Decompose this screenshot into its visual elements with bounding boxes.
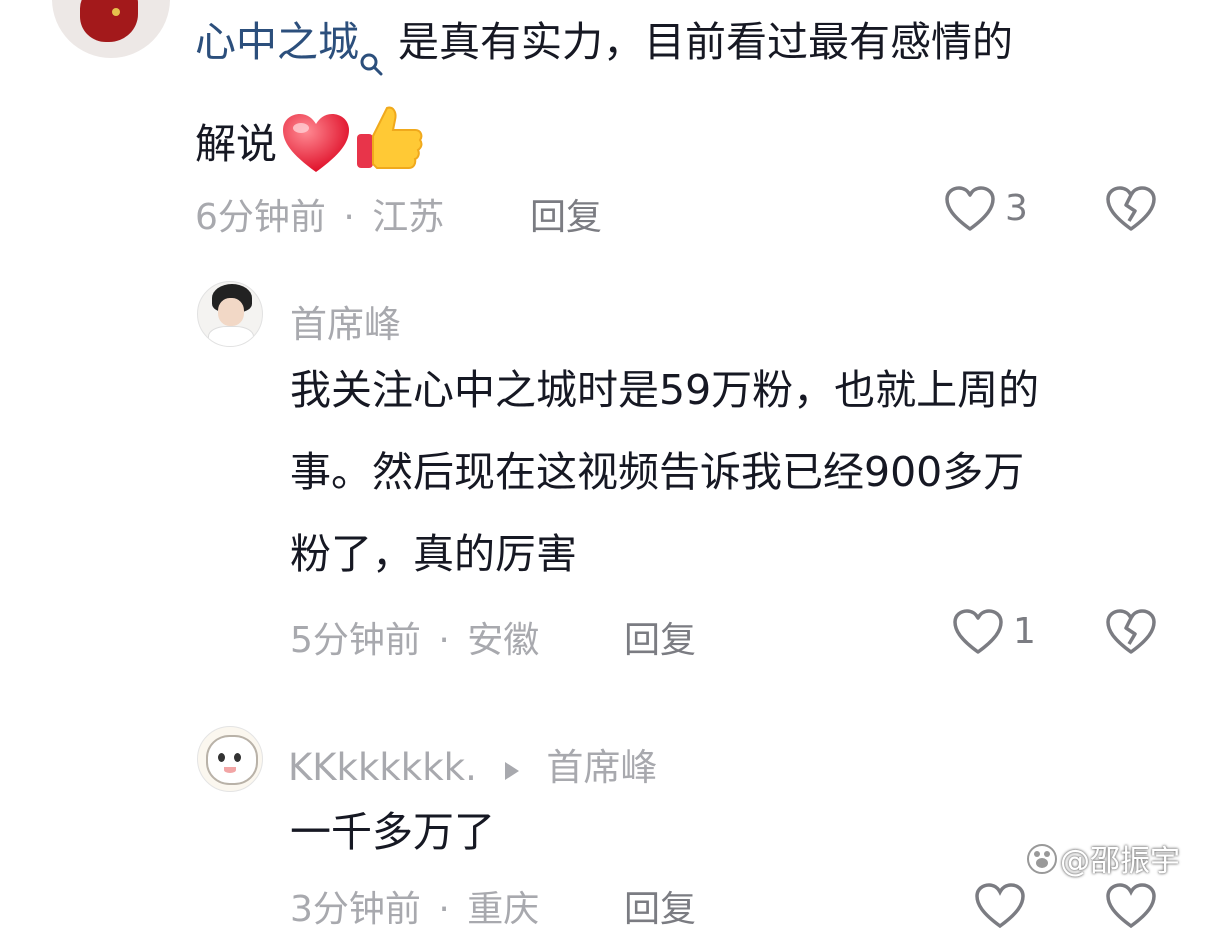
paw-icon — [1026, 843, 1058, 883]
comment-text: 我关注心中之城时是59万粉，也就上周的 事。然后现在这视频告诉我已经900多万 … — [290, 350, 1190, 596]
comment-time: 5分钟前 — [290, 620, 421, 661]
like-icon[interactable] — [974, 882, 1026, 930]
comment-author-name[interactable]: KKkkkkkk. — [288, 746, 477, 789]
dislike-icon[interactable] — [1105, 608, 1157, 656]
reply-button[interactable]: 回复 — [624, 880, 696, 932]
dislike-icon[interactable] — [1105, 185, 1157, 233]
comment-meta: 6分钟前 · 江苏 — [195, 188, 444, 240]
comment-text: 一千多万了 — [290, 808, 495, 856]
comment-text-line: 我关注心中之城时是59万粉，也就上周的 — [290, 366, 1040, 414]
mention-link[interactable]: 心中之城 — [195, 18, 398, 76]
avatar[interactable] — [197, 726, 263, 792]
watermark: @邵振宇 — [1026, 836, 1180, 883]
avatar[interactable] — [197, 281, 263, 347]
reply-button[interactable]: 回复 — [624, 611, 696, 663]
comment-meta: 5分钟前 · 安徽 — [290, 611, 539, 663]
comment-text-line: 粉了，真的厉害 — [290, 530, 577, 578]
dislike-icon[interactable] — [1105, 882, 1157, 930]
like-count: 3 — [1005, 188, 1028, 229]
like-count: 1 — [1013, 611, 1036, 652]
comment-text-line: 事。然后现在这视频告诉我已经900多万 — [290, 448, 1025, 496]
comment-time: 3分钟前 — [290, 889, 421, 930]
reply-to-name[interactable]: 首席峰 — [546, 746, 657, 789]
meta-separator: · — [438, 620, 450, 661]
like-icon[interactable] — [944, 185, 996, 233]
reply-arrow-icon — [503, 748, 521, 791]
comment-location: 重庆 — [467, 889, 540, 930]
search-icon — [359, 24, 385, 104]
red-heart-icon — [281, 112, 351, 200]
comment-author[interactable]: 首席峰 — [290, 294, 401, 348]
like-icon[interactable] — [952, 608, 1004, 656]
comment-location: 安徽 — [467, 620, 540, 661]
comment-text: 心中之城 是真有实力，目前看过最有感情的 解说 — [195, 2, 1195, 200]
avatar[interactable] — [52, 0, 170, 58]
comment-author: KKkkkkkk. 首席峰 — [288, 737, 657, 791]
reply-button[interactable]: 回复 — [530, 188, 602, 240]
comment-meta: 3分钟前 · 重庆 — [290, 889, 540, 930]
comment-time: 6分钟前 — [195, 197, 326, 238]
comment-location: 江苏 — [372, 197, 445, 238]
meta-separator: · — [343, 197, 355, 238]
thumbs-up-icon — [353, 102, 425, 200]
